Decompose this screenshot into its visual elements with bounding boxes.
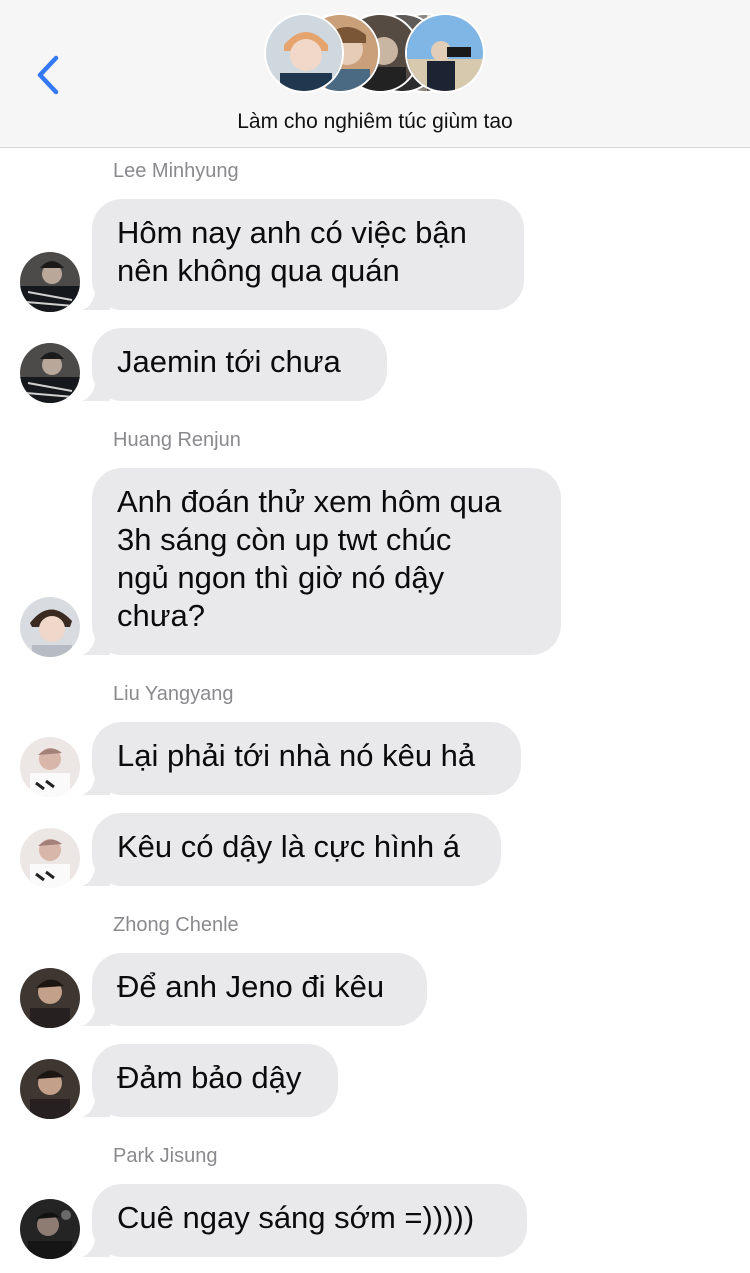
message-text-line: Lại phải tới nhà nó kêu hả	[117, 738, 476, 773]
bubble-tail	[82, 288, 110, 310]
sender-name: Huang Renjun	[113, 429, 241, 451]
message-bubble[interactable]: Hôm nay anh có việc bận nên không qua qu…	[82, 199, 524, 310]
bubble-tail	[82, 379, 110, 401]
avatar[interactable]	[20, 968, 80, 1028]
avatar[interactable]	[20, 828, 80, 888]
bubble-tail	[82, 864, 110, 886]
group-avatar-stack[interactable]	[0, 0, 750, 100]
avatar[interactable]	[20, 597, 80, 657]
chat-header: Làm cho nghiêm túc giùm tao	[0, 0, 750, 148]
bubble-tail	[82, 633, 110, 655]
avatar[interactable]	[20, 737, 80, 797]
avatar[interactable]	[20, 1059, 80, 1119]
group-member-avatar	[405, 13, 485, 93]
sender-name: Park Jisung	[113, 1145, 218, 1167]
message-bubble[interactable]: Lại phải tới nhà nó kêu hả	[82, 722, 521, 795]
bubble-tail	[82, 1095, 110, 1117]
avatar[interactable]	[20, 1199, 80, 1259]
message-text-line: 3h sáng còn up twt chúc	[117, 522, 452, 557]
message-text-line: nên không qua quán	[117, 253, 400, 288]
message-text-line: Anh đoán thử xem hôm qua	[117, 484, 502, 519]
message-text-line: ngủ ngon thì giờ nó dậy	[117, 560, 445, 595]
bubble-tail	[82, 773, 110, 795]
bubble-tail	[82, 1004, 110, 1026]
group-member-avatar	[264, 13, 344, 93]
sender-name: Liu Yangyang	[113, 683, 234, 705]
message-text-line: chưa?	[117, 598, 205, 633]
message-bubble[interactable]: Jaemin tới chưa	[82, 328, 387, 401]
sender-name: Zhong Chenle	[113, 914, 239, 936]
bubble-tail	[82, 1235, 110, 1257]
message-text-line: Đảm bảo dậy	[117, 1060, 302, 1095]
message-bubble[interactable]: Cuê ngay sáng sớm =)))))	[82, 1184, 527, 1257]
message-bubble[interactable]: Kêu có dậy là cực hình á	[82, 813, 501, 886]
message-text-line: Cuê ngay sáng sớm =)))))	[117, 1200, 475, 1235]
message-text-line: Hôm nay anh có việc bận	[117, 215, 467, 250]
sender-name: Lee Minhyung	[113, 160, 239, 182]
avatar[interactable]	[20, 252, 80, 312]
message-bubble[interactable]: Đảm bảo dậy	[82, 1044, 338, 1117]
message-text-line: Kêu có dậy là cực hình á	[117, 829, 461, 864]
group-title[interactable]: Làm cho nghiêm túc giùm tao	[0, 110, 750, 134]
message-text-line: Jaemin tới chưa	[117, 344, 341, 379]
message-text-line: Để anh Jeno đi kêu	[117, 969, 385, 1004]
message-bubble[interactable]: Để anh Jeno đi kêu	[82, 953, 427, 1026]
avatar[interactable]	[20, 343, 80, 403]
message-bubble[interactable]: Anh đoán thử xem hôm qua 3h sáng còn up …	[82, 468, 561, 655]
